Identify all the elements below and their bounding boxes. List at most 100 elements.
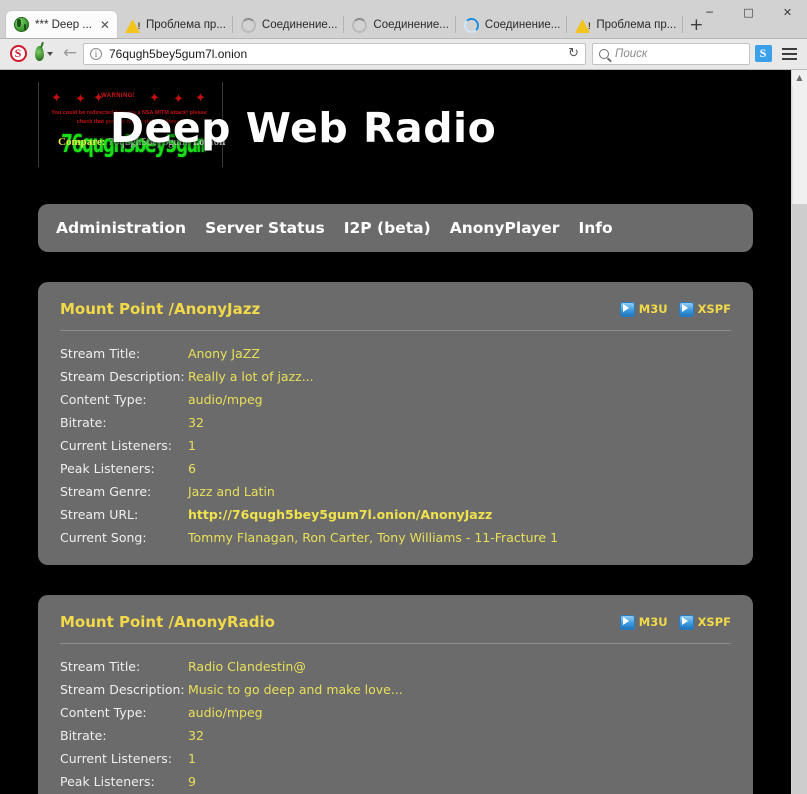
stream-url-link[interactable]: http://76qugh5bey5gum7l.onion/AnonyJazz xyxy=(188,507,492,522)
search-bar[interactable]: Поиск xyxy=(592,43,750,65)
search-input[interactable]: Поиск xyxy=(615,48,647,60)
row-value: audio/mpeg xyxy=(188,392,263,407)
maximize-button[interactable]: □ xyxy=(729,0,768,25)
xspf-link[interactable]: XSPF xyxy=(679,302,731,317)
warning-icon xyxy=(125,18,140,33)
scroll-up-arrow-icon[interactable]: ▲ xyxy=(792,70,807,86)
back-button[interactable]: ← xyxy=(57,41,83,67)
nav-item-server-status[interactable]: Server Status xyxy=(205,219,325,237)
playlist-links: M3U XSPF xyxy=(620,302,731,317)
search-icon xyxy=(599,49,609,59)
minimize-button[interactable]: ─ xyxy=(690,0,729,25)
web-page: ✦ ✦ ✦ ✦ ✦ ✦ WARNING! You could be redire… xyxy=(0,70,791,794)
nav-item-anonyplayer[interactable]: AnonyPlayer xyxy=(450,219,560,237)
table-row: Stream Description: Music to go deep and… xyxy=(60,678,731,701)
row-label: Stream Description: xyxy=(60,682,188,697)
table-row: Content Type: audio/mpeg xyxy=(60,701,731,724)
table-row: Stream Title: Anony JaZZ xyxy=(60,342,731,365)
startpage-icon: S xyxy=(755,45,772,62)
torbutton[interactable] xyxy=(31,41,57,67)
m3u-link[interactable]: M3U xyxy=(620,615,668,630)
close-icon[interactable]: ✕ xyxy=(100,19,110,31)
nav-item-info[interactable]: Info xyxy=(578,219,612,237)
row-value: 32 xyxy=(188,415,204,430)
row-value: Anony JaZZ xyxy=(188,346,260,361)
tab-connection-3[interactable]: Соединение... xyxy=(456,11,567,38)
play-icon xyxy=(620,302,635,317)
nav-item-i2p-beta[interactable]: I2P (beta) xyxy=(344,219,431,237)
table-row: Stream URL: http://76qugh5bey5gum7l.onio… xyxy=(60,503,731,526)
tab-problem-2[interactable]: Проблема пр... xyxy=(567,11,683,38)
table-row: Bitrate: 32 xyxy=(60,724,731,747)
tab-strip: ─ □ ✕ *** Deep ... ✕ Проблема пр... Соед… xyxy=(0,0,807,39)
table-row: Stream Description: Really a lot of jazz… xyxy=(60,365,731,388)
m3u-label: M3U xyxy=(639,302,668,316)
table-row: Stream Title: Radio Clandestin@ xyxy=(60,655,731,678)
noscript-icon: S xyxy=(10,45,27,62)
row-value: 1 xyxy=(188,751,196,766)
row-value: Really a lot of jazz... xyxy=(188,369,314,384)
xspf-link[interactable]: XSPF xyxy=(679,615,731,630)
row-value: Tommy Flanagan, Ron Carter, Tony William… xyxy=(188,530,558,545)
scrollbar-track[interactable] xyxy=(792,86,807,794)
xspf-label: XSPF xyxy=(698,615,731,629)
table-row: Current Song: Tommy Flanagan, Ron Carter… xyxy=(60,526,731,549)
warning-word: WARNING! xyxy=(101,93,135,99)
tab-problem-1[interactable]: Проблема пр... xyxy=(117,11,233,38)
noscript-button[interactable]: S xyxy=(5,41,31,67)
warning-icon xyxy=(575,18,590,33)
page-scrollbar[interactable]: ▲ xyxy=(791,70,807,794)
tab-deep-web-radio[interactable]: *** Deep ... ✕ xyxy=(6,11,117,38)
row-value: 1 xyxy=(188,438,196,453)
tab-connection-2[interactable]: Соединение... xyxy=(344,11,455,38)
reload-icon[interactable]: ↻ xyxy=(568,46,579,61)
browser-viewport: ✦ ✦ ✦ ✦ ✦ ✦ WARNING! You could be redire… xyxy=(0,70,807,794)
tab-label: Соединение... xyxy=(262,19,337,31)
row-label: Peak Listeners: xyxy=(60,461,188,476)
play-icon xyxy=(679,302,694,317)
back-arrow-icon: ← xyxy=(63,45,77,62)
row-label: Current Listeners: xyxy=(60,438,188,453)
site-header: ✦ ✦ ✦ ✦ ✦ ✦ WARNING! You could be redire… xyxy=(0,70,791,170)
globe-icon xyxy=(14,17,29,32)
url-bar[interactable]: i 76qugh5bey5gum7l.onion ↻ xyxy=(83,43,586,65)
table-row: Content Type: audio/mpeg xyxy=(60,388,731,411)
play-icon xyxy=(620,615,635,630)
tab-connection-1[interactable]: Соединение... xyxy=(233,11,344,38)
site-info-icon[interactable]: i xyxy=(90,48,102,60)
window-controls: ─ □ ✕ xyxy=(690,0,807,25)
table-row: Peak Listeners: 9 xyxy=(60,770,731,793)
mount-point-prefix: Mount Point xyxy=(60,300,163,318)
mount-point-title: Mount Point /AnonyJazz xyxy=(60,300,260,318)
row-label: Stream Genre: xyxy=(60,484,188,499)
m3u-link[interactable]: M3U xyxy=(620,302,668,317)
row-label: Bitrate: xyxy=(60,415,188,430)
row-value: 32 xyxy=(188,728,204,743)
startpage-button[interactable]: S xyxy=(750,41,776,67)
close-window-button[interactable]: ✕ xyxy=(768,0,807,25)
loading-spinner-icon xyxy=(241,18,256,33)
tab-label: Соединение... xyxy=(485,19,560,31)
row-label: Stream Title: xyxy=(60,659,188,674)
stream-details-table: Stream Title: Anony JaZZ Stream Descript… xyxy=(60,331,731,549)
play-icon xyxy=(679,615,694,630)
nav-item-administration[interactable]: Administration xyxy=(56,219,186,237)
scrollbar-thumb[interactable] xyxy=(792,86,807,204)
site-navigation: Administration Server Status I2P (beta) … xyxy=(38,204,753,252)
menu-button[interactable] xyxy=(776,41,802,67)
row-label: Content Type: xyxy=(60,392,188,407)
xspf-label: XSPF xyxy=(698,302,731,316)
row-label: Bitrate: xyxy=(60,728,188,743)
browser-window: ─ □ ✕ *** Deep ... ✕ Проблема пр... Соед… xyxy=(0,0,807,794)
tab-label: Проблема пр... xyxy=(596,19,676,31)
mount-point-title: Mount Point /AnonyRadio xyxy=(60,613,275,631)
row-label: Current Listeners: xyxy=(60,751,188,766)
row-label: Stream URL: xyxy=(60,507,188,522)
playlist-links: M3U XSPF xyxy=(620,615,731,630)
table-row: Bitrate: 32 xyxy=(60,411,731,434)
menu-icon xyxy=(782,48,797,60)
mount-point-prefix: Mount Point xyxy=(60,613,163,631)
panel-header: Mount Point /AnonyJazz M3U XSPF xyxy=(60,300,731,331)
row-value: audio/mpeg xyxy=(188,705,263,720)
row-value: Jazz and Latin xyxy=(188,484,275,499)
